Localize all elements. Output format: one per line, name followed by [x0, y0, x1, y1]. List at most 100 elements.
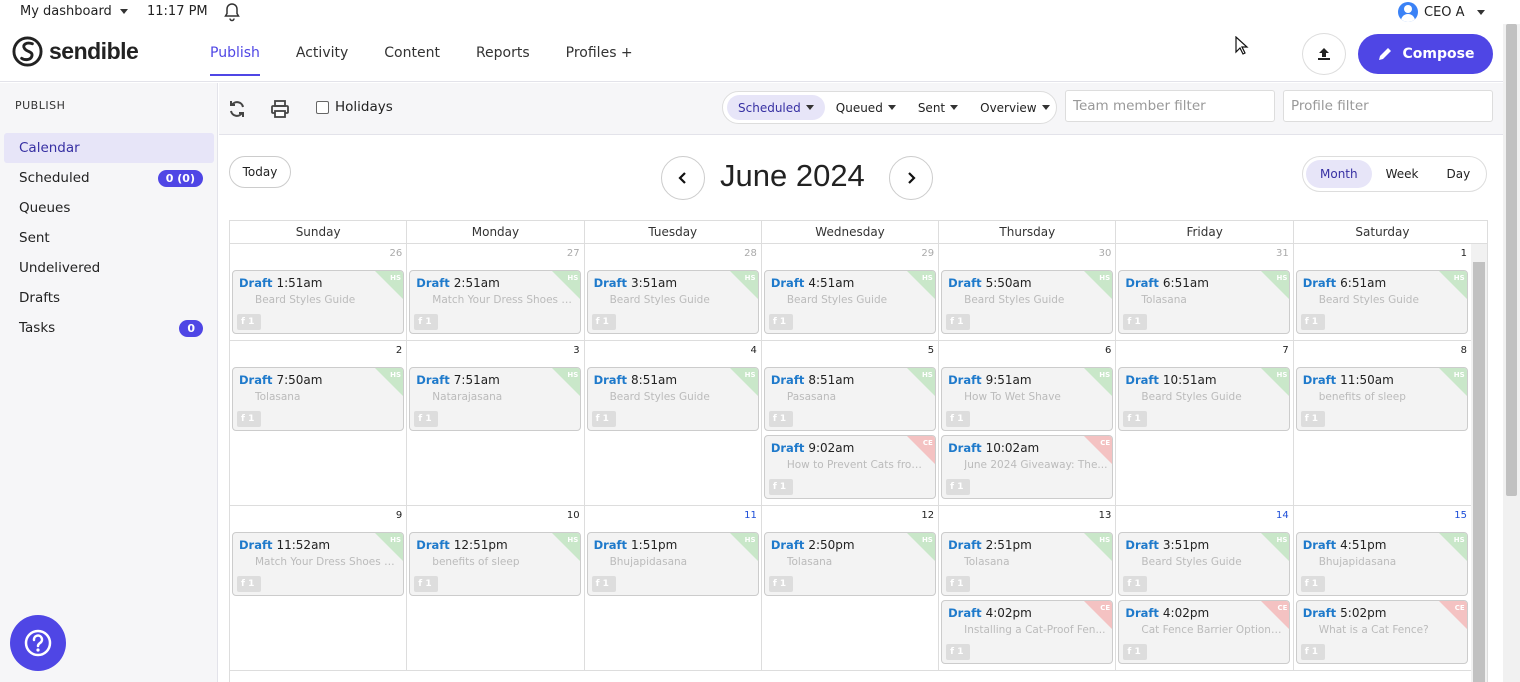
next-month-button[interactable] [889, 156, 933, 200]
network-count: 1 [602, 579, 609, 589]
refresh-icon[interactable] [227, 99, 247, 123]
post-time: Draft 2:50pm [771, 538, 855, 552]
post-card[interactable]: CE Draft 10:02am June 2024 Giveaway: The...… [941, 435, 1114, 499]
view-week[interactable]: Week [1372, 160, 1433, 188]
help-button[interactable] [10, 615, 66, 671]
sidebar-item-sent[interactable]: Sent [4, 223, 214, 253]
view-switcher: Month Week Day [1302, 156, 1487, 192]
post-card[interactable]: HS Draft 11:50am benefits of sleep f 1 [1295, 367, 1468, 431]
calendar-day[interactable]: 7 HS Draft 10:51am Beard Styles Guide f 1 [1116, 341, 1294, 505]
post-card[interactable]: HS Draft 4:51pm Bhujapidasana f 1 [1295, 532, 1468, 596]
post-card[interactable]: HS Draft 1:51pm Bhujapidasana f 1 [586, 532, 759, 596]
scrollbar-thumb[interactable] [1473, 262, 1485, 682]
calendar-week: 2 HS Draft 7:50am Tolasana f 1 3 HS Draft 7:51am N… [230, 341, 1471, 506]
facebook-icon: f 1 [1300, 411, 1325, 427]
filter-overview[interactable]: Overview [969, 95, 1061, 120]
calendar-day[interactable]: 3 HS Draft 7:51am Natarajasana f 1 [407, 341, 585, 505]
post-card[interactable]: HS Draft 2:51pm Tolasana f 1 [941, 532, 1114, 596]
calendar-day[interactable]: 11 HS Draft 1:51pm Bhujapidasana f 1 [585, 506, 762, 670]
post-title: Cat Fence Barrier Options ... [1141, 624, 1287, 636]
post-time: Draft 2:51pm [948, 538, 1032, 552]
post-card[interactable]: CE Draft 5:02pm What is a Cat Fence? f 1 [1295, 600, 1468, 664]
filter-queued[interactable]: Queued [825, 95, 907, 120]
nav-activity[interactable]: Activity [296, 24, 348, 82]
post-card[interactable]: HS Draft 7:51am Natarajasana f 1 [409, 367, 582, 431]
calendar-day[interactable]: 27 HS Draft 2:51am Match Your Dress Shoes A.… [407, 244, 585, 340]
calendar-day[interactable]: 8 HS Draft 11:50am benefits of sleep f 1 [1294, 341, 1471, 505]
post-card[interactable]: CE Draft 9:02am How to Prevent Cats from ..… [763, 435, 936, 499]
view-month[interactable]: Month [1306, 160, 1372, 188]
scrollbar-thumb[interactable] [1506, 24, 1517, 496]
calendar-day[interactable]: 5 HS Draft 8:51am Pasasana f 1 CE Draft 9:02am Ho… [762, 341, 940, 505]
profile-filter-input[interactable]: Profile filter [1283, 90, 1493, 122]
sidebar-item-undelivered[interactable]: Undelivered [4, 253, 214, 283]
nav-reports[interactable]: Reports [476, 24, 530, 82]
calendar-day[interactable]: 6 HS Draft 9:51am How To Wet Shave f 1 CE Draft… [939, 341, 1117, 505]
post-card[interactable]: HS Draft 2:50pm Tolasana f 1 [763, 532, 936, 596]
nav-publish[interactable]: Publish [210, 24, 260, 76]
calendar-day[interactable]: 10 HS Draft 12:51pm benefits of sleep f 1 [407, 506, 585, 670]
post-card[interactable]: HS Draft 5:50am Beard Styles Guide f 1 [941, 270, 1114, 334]
calendar-day[interactable]: 15 HS Draft 4:51pm Bhujapidasana f 1 CE Draft 5:… [1294, 506, 1471, 670]
prev-month-button[interactable] [661, 156, 705, 200]
calendar-day[interactable]: 13 HS Draft 2:51pm Tolasana f 1 CE Draft 4:02pm I… [939, 506, 1117, 670]
post-time: Draft 8:51am [594, 373, 677, 387]
post-card[interactable]: HS Draft 6:51am Tolasana f 1 [1118, 270, 1291, 334]
compose-button[interactable]: Compose [1358, 34, 1493, 74]
network-count: 1 [1134, 579, 1141, 589]
calendar-day[interactable]: 1 HS Draft 6:51am Beard Styles Guide f 1 [1294, 244, 1471, 340]
post-card[interactable]: HS Draft 12:51pm benefits of sleep f 1 [409, 532, 582, 596]
nav-content[interactable]: Content [384, 24, 440, 82]
post-card[interactable]: HS Draft 3:51pm Beard Styles Guide f 1 [1118, 532, 1291, 596]
user-menu[interactable]: CEO A [1398, 2, 1485, 22]
upload-button[interactable] [1302, 33, 1346, 75]
facebook-icon: f 1 [1300, 576, 1325, 592]
calendar-day[interactable]: 30 HS Draft 5:50am Beard Styles Guide f 1 [939, 244, 1117, 340]
calendar-day[interactable]: 2 HS Draft 7:50am Tolasana f 1 [230, 341, 408, 505]
post-card[interactable]: HS Draft 9:51am How To Wet Shave f 1 [941, 367, 1114, 431]
post-card[interactable]: CE Draft 4:02pm Cat Fence Barrier Options .… [1118, 600, 1291, 664]
holidays-checkbox[interactable] [316, 100, 329, 114]
holidays-toggle[interactable]: Holidays [316, 99, 393, 115]
sidebar-item-calendar[interactable]: Calendar [4, 133, 214, 163]
filter-sent[interactable]: Sent [907, 95, 969, 120]
post-card[interactable]: HS Draft 4:51am Beard Styles Guide f 1 [763, 270, 936, 334]
sidebar-item-scheduled[interactable]: Scheduled 0 (0) [4, 163, 214, 193]
bell-icon[interactable] [222, 2, 242, 26]
post-card[interactable]: HS Draft 8:51am Pasasana f 1 [763, 367, 936, 431]
post-card[interactable]: HS Draft 6:51am Beard Styles Guide f 1 [1295, 270, 1468, 334]
calendar-day[interactable]: 29 HS Draft 4:51am Beard Styles Guide f 1 [762, 244, 940, 340]
page-scrollbar[interactable] [1503, 24, 1520, 682]
post-time-value: 11:52am [276, 538, 331, 552]
calendar-day[interactable]: 12 HS Draft 2:50pm Tolasana f 1 [762, 506, 940, 670]
post-card[interactable]: CE Draft 4:02pm Installing a Cat-Proof Fen.… [941, 600, 1114, 664]
post-time: Draft 1:51am [239, 276, 322, 290]
calendar-scrollbar[interactable] [1471, 244, 1487, 682]
calendar-day[interactable]: 9 HS Draft 11:52am Match Your Dress Shoes A.… [230, 506, 408, 670]
today-button[interactable]: Today [229, 156, 291, 188]
post-card[interactable]: HS Draft 10:51am Beard Styles Guide f 1 [1118, 367, 1291, 431]
calendar-day[interactable]: 14 HS Draft 3:51pm Beard Styles Guide f 1 CE Dr… [1116, 506, 1294, 670]
calendar-day[interactable]: 26 HS Draft 1:51am Beard Styles Guide f 1 [230, 244, 408, 340]
facebook-icon: f 1 [237, 411, 261, 427]
sidebar-item-queues[interactable]: Queues [4, 193, 214, 223]
view-day[interactable]: Day [1433, 160, 1485, 188]
chevron-right-icon [908, 172, 916, 184]
filter-scheduled[interactable]: Scheduled [727, 95, 825, 120]
post-card[interactable]: HS Draft 3:51am Beard Styles Guide f 1 [586, 270, 759, 334]
calendar-day[interactable]: 31 HS Draft 6:51am Tolasana f 1 [1116, 244, 1294, 340]
sidebar-item-drafts[interactable]: Drafts [4, 283, 214, 313]
dashboard-selector[interactable]: My dashboard [20, 4, 128, 19]
post-card[interactable]: HS Draft 11:52am Match Your Dress Shoes A..… [232, 532, 404, 596]
post-card[interactable]: HS Draft 2:51am Match Your Dress Shoes A...… [409, 270, 582, 334]
post-card[interactable]: HS Draft 7:50am Tolasana f 1 [232, 367, 404, 431]
nav-profiles[interactable]: Profiles + [566, 24, 633, 82]
post-card[interactable]: HS Draft 1:51am Beard Styles Guide f 1 [232, 270, 404, 334]
team-member-filter-input[interactable]: Team member filter [1065, 90, 1275, 122]
calendar-day[interactable]: 4 HS Draft 8:51am Beard Styles Guide f 1 [585, 341, 762, 505]
sidebar-item-tasks[interactable]: Tasks 0 [4, 313, 214, 343]
logo[interactable]: sendible [12, 36, 139, 67]
calendar-day[interactable]: 28 HS Draft 3:51am Beard Styles Guide f 1 [585, 244, 762, 340]
post-card[interactable]: HS Draft 8:51am Beard Styles Guide f 1 [586, 367, 759, 431]
print-icon[interactable] [270, 99, 290, 123]
